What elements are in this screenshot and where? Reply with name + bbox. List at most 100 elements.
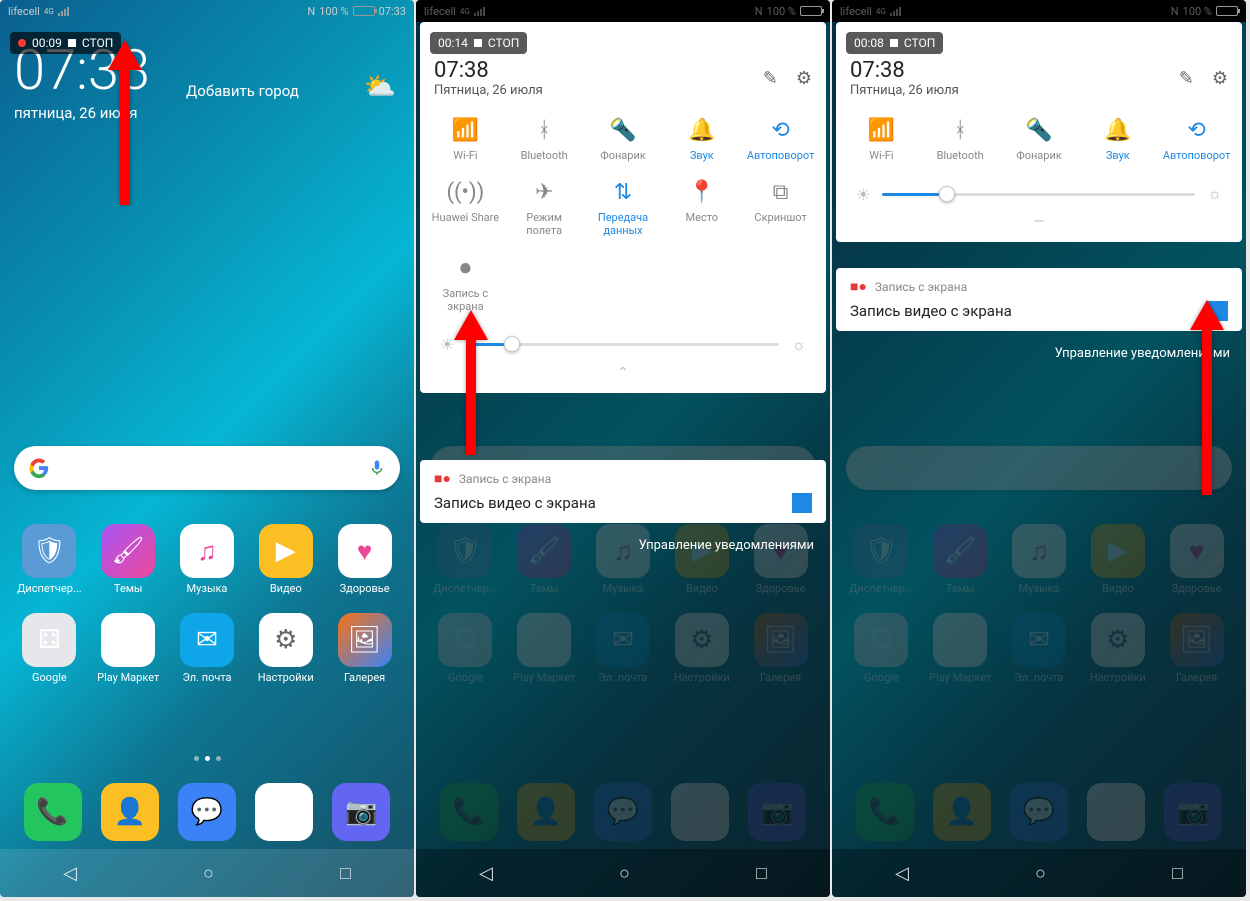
app-play-[interactable]: ▶Play Маркет: [89, 613, 168, 684]
qs-toggle-plane[interactable]: ✈Режим полета: [505, 180, 584, 237]
wifi-icon: 📶: [452, 118, 479, 143]
qs-toggle-bell[interactable]: 🔔Звук: [662, 118, 741, 162]
app-icon: ♫: [180, 524, 234, 578]
qs-toggle-scr[interactable]: ⧉ Скриншот: [741, 180, 820, 237]
wifi-icon: 📶: [868, 118, 895, 143]
qs-label: Автоповорот: [1163, 149, 1231, 162]
qs-toggle-bell[interactable]: 🔔Звук: [1078, 118, 1157, 162]
app--[interactable]: ♫Музыка: [168, 524, 247, 595]
recording-time: 00:09: [32, 36, 62, 50]
stop-icon: [890, 39, 898, 47]
app-icon: 🛡: [22, 524, 76, 578]
app--[interactable]: ✉Эл. почта: [168, 613, 247, 684]
recording-pill[interactable]: 00:14 СТОП: [430, 32, 527, 54]
dock-app[interactable]: ◉: [255, 783, 313, 841]
nav-bar: ◁ ○ □: [416, 849, 830, 897]
qs-label: Скриншот: [754, 211, 806, 224]
brightness-low-icon: ☀: [856, 185, 870, 204]
dock-app[interactable]: 📞: [24, 783, 82, 841]
recording-time: 00:08: [854, 36, 884, 50]
brightness-high-icon: ☼: [1207, 184, 1222, 204]
nav-bar: ◁ ○ □: [0, 849, 414, 897]
nav-home[interactable]: ○: [173, 853, 244, 894]
manage-notifications-link[interactable]: Управление уведомлениями: [639, 538, 814, 553]
qs-toggle-torch[interactable]: 🔦 Фонарик: [584, 118, 663, 162]
nav-back[interactable]: ◁: [865, 853, 939, 894]
torch-icon: 🔦: [609, 118, 636, 143]
phone-screen-2: 🛡Диспетчер...🖌Темы♫Музыка▶Видео♥Здоровье…: [416, 0, 830, 897]
app--[interactable]: ▶Видео: [246, 524, 325, 595]
annotation-arrow: [100, 40, 150, 214]
nav-recent[interactable]: □: [1142, 853, 1213, 894]
app-google[interactable]: ⚃ Google: [10, 613, 89, 684]
qs-toggle-share[interactable]: ((•))Huawei Share: [426, 180, 505, 237]
app-label: Google: [32, 671, 67, 684]
nav-recent[interactable]: □: [310, 853, 381, 894]
app-icon: ✉: [180, 613, 234, 667]
app--[interactable]: ♥Здоровье: [325, 524, 404, 595]
qs-toggle-data[interactable]: ⇅Передача данных: [584, 180, 663, 237]
phone-screen-1: lifecell 4G N 100 % 07:33 00:09 СТОП 07:…: [0, 0, 414, 897]
stop-label: СТОП: [904, 36, 935, 50]
quick-settings-panel: 00:08 СТОП 07:38 Пятница, 26 июля ✎ ⚙ 📶W…: [836, 22, 1242, 242]
app-icon: 📞: [24, 783, 82, 841]
qs-toggle-torch[interactable]: 🔦Фонарик: [1000, 118, 1079, 162]
mic-icon[interactable]: [368, 459, 386, 477]
nav-home[interactable]: ○: [589, 853, 660, 894]
page-indicator: [0, 756, 414, 761]
battery-icon: [353, 6, 375, 16]
qs-toggle-rotate[interactable]: ⟲Автоповорот: [741, 118, 820, 162]
signal-icon: [58, 7, 69, 16]
qs-toggle-wifi[interactable]: 📶Wi-Fi: [842, 118, 921, 162]
nav-back[interactable]: ◁: [449, 853, 523, 894]
stop-icon: [68, 39, 76, 47]
annotation-arrow: [446, 310, 496, 464]
battery-label: 100 %: [319, 5, 348, 18]
qs-toggle-rotate[interactable]: ⟲Автоповорот: [1157, 118, 1236, 162]
app--[interactable]: 🛡 Диспетчер...: [10, 524, 89, 595]
brightness-high-icon: ☼: [791, 335, 806, 355]
brightness-slider[interactable]: ☀ ☼: [842, 170, 1236, 210]
edit-icon[interactable]: ✎: [1179, 68, 1194, 89]
app--[interactable]: 🖌Темы: [89, 524, 168, 595]
add-city-link[interactable]: Добавить город: [186, 82, 299, 100]
qs-date: Пятница, 26 июля: [850, 83, 959, 98]
google-search-bar[interactable]: [14, 446, 400, 490]
qs-label: Bluetooth: [937, 149, 984, 162]
qs-toggle-loc[interactable]: 📍Место: [662, 180, 741, 237]
app--[interactable]: ⚙Настройки: [246, 613, 325, 684]
recording-time: 00:14: [438, 36, 468, 50]
notif-title: Запись видео с экрана: [434, 494, 596, 512]
settings-icon[interactable]: ⚙: [796, 68, 812, 89]
nav-home[interactable]: ○: [1005, 853, 1076, 894]
qs-toggle-bt[interactable]: ᚼBluetooth: [921, 118, 1000, 162]
settings-icon[interactable]: ⚙: [1212, 68, 1228, 89]
rec-icon: ⏺: [460, 256, 471, 281]
qs-date: Пятница, 26 июля: [434, 83, 543, 98]
app-icon: ▶: [101, 613, 155, 667]
app-icon: ⚃: [22, 613, 76, 667]
app-label: Диспетчер...: [17, 582, 82, 595]
weather-icon[interactable]: ⛅: [364, 72, 396, 102]
screen-recording-notification[interactable]: ■● Запись с экрана Запись видео с экрана: [420, 460, 826, 523]
carrier-label: lifecell: [8, 5, 40, 18]
nav-back[interactable]: ◁: [33, 853, 107, 894]
recording-pill[interactable]: 00:08 СТОП: [846, 32, 943, 54]
dock-app[interactable]: 📷: [332, 783, 390, 841]
qs-label: Wi-Fi: [453, 149, 477, 162]
scr-icon: ⧉: [773, 180, 789, 205]
qs-toggle-rec[interactable]: ⏺Запись с экрана: [426, 256, 505, 313]
qs-label: Фонарик: [600, 149, 646, 162]
edit-icon[interactable]: ✎: [763, 68, 778, 89]
qs-toggle-wifi[interactable]: 📶 Wi-Fi: [426, 118, 505, 162]
dock-app[interactable]: 💬: [178, 783, 236, 841]
nav-recent[interactable]: □: [726, 853, 797, 894]
qs-toggle-bt[interactable]: ᚼBluetooth: [505, 118, 584, 162]
notif-title: Запись видео с экрана: [850, 302, 1012, 320]
stop-icon: [474, 39, 482, 47]
app--[interactable]: 🖼Галерея: [325, 613, 404, 684]
dock-app[interactable]: 👤: [101, 783, 159, 841]
stop-recording-button[interactable]: [792, 493, 812, 513]
collapse-handle[interactable]: —: [842, 210, 1236, 234]
qs-label: Режим полета: [508, 211, 580, 237]
